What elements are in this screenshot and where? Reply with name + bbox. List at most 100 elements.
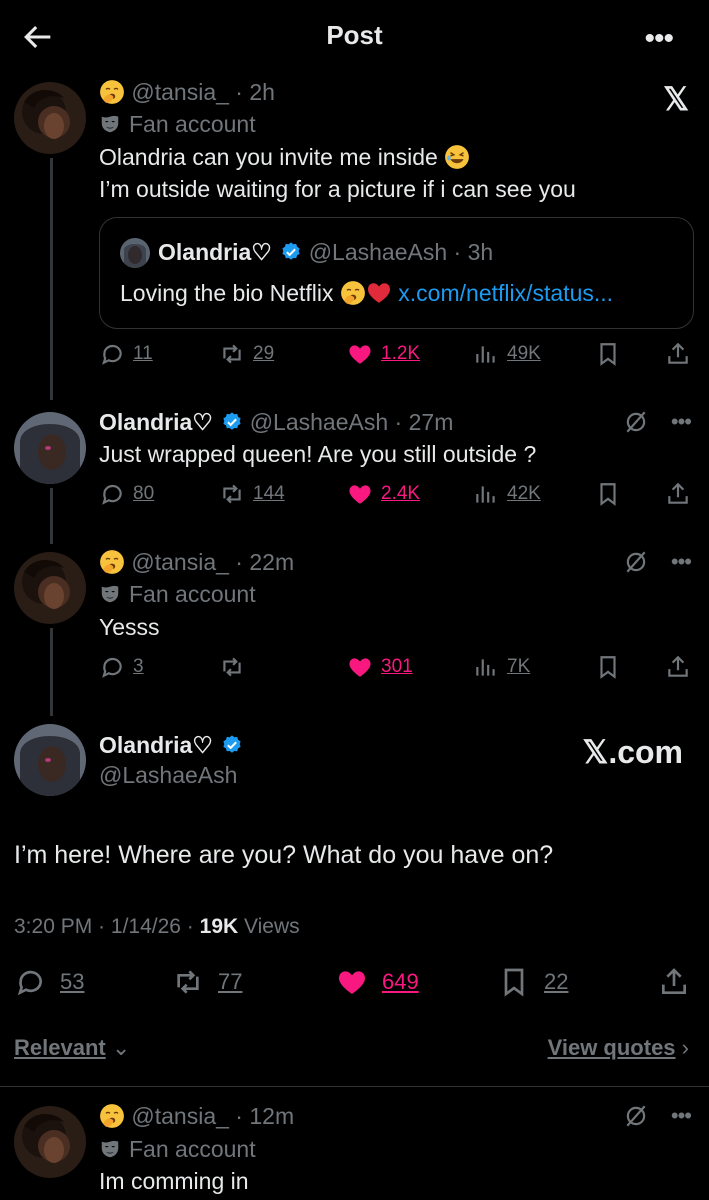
divider	[0, 1086, 709, 1087]
views-button[interactable]: 49K	[473, 341, 541, 367]
grok-icon[interactable]	[623, 1103, 649, 1129]
share-button[interactable]	[665, 481, 699, 507]
bookmark-button[interactable]: 22	[498, 966, 568, 998]
reply-button[interactable]: 3	[99, 654, 144, 680]
view-quotes-label[interactable]: View quotes	[548, 1035, 676, 1060]
quote-meta: Olandria♡ @LashaeAsh · 3h	[158, 239, 494, 265]
verified-badge-icon	[221, 411, 243, 433]
top-bar: Post •••	[0, 0, 709, 70]
quote-author-name: Olandria♡	[158, 239, 272, 265]
views-label: Views	[244, 915, 300, 938]
like-button[interactable]: 1.2K	[347, 341, 420, 367]
post-meta: @tansia_ · 22m	[99, 547, 294, 577]
share-icon	[665, 654, 691, 680]
reply-button[interactable]: 11	[99, 341, 153, 367]
avatar[interactable]	[14, 724, 86, 796]
post-time[interactable]: 22m	[249, 549, 294, 575]
reply-button[interactable]: 53	[14, 966, 84, 998]
quote-text: Loving the bio Netflix x.com/netflix/sta…	[120, 280, 613, 307]
repost-icon	[219, 481, 245, 507]
repost-button[interactable]: 29	[219, 341, 274, 367]
post-time[interactable]: 27m	[409, 409, 454, 435]
chevron-right-icon: ›	[675, 1035, 689, 1060]
chevron-down-icon: ⌄	[105, 1035, 131, 1060]
avatar[interactable]	[14, 82, 86, 154]
views-button[interactable]: 42K	[473, 481, 541, 507]
like-button[interactable]: 301	[347, 654, 413, 680]
account-label: Fan account	[99, 579, 256, 609]
post-time[interactable]: 12m	[249, 1103, 294, 1129]
views-button[interactable]: 7K	[473, 654, 530, 680]
quote-link[interactable]: x.com/netflix/status...	[398, 280, 613, 306]
post-handle[interactable]: @tansia_	[131, 79, 229, 105]
post-text: Just wrapped queen! Are you still outsid…	[99, 441, 537, 467]
bookmark-button[interactable]	[595, 654, 629, 680]
yawning-face-emoji-icon	[99, 1103, 125, 1129]
heart-icon	[347, 654, 373, 680]
sort-label[interactable]: Relevant	[14, 1035, 106, 1060]
post-text: Im comming in	[99, 1168, 249, 1194]
avatar[interactable]	[14, 552, 86, 624]
red-heart-emoji-icon	[366, 280, 392, 306]
bookmark-icon	[498, 966, 530, 998]
x-logo-icon: 𝕏	[663, 81, 689, 117]
heart-icon	[336, 966, 368, 998]
main-author: Olandria♡	[99, 730, 243, 760]
like-button[interactable]: 2.4K	[347, 481, 420, 507]
author-handle[interactable]: @LashaeAsh	[99, 760, 237, 790]
post-handle[interactable]: @tansia_	[131, 1103, 229, 1129]
thread-connector	[50, 158, 53, 400]
post-actions: 3 301 7K	[99, 654, 695, 686]
author-name[interactable]: Olandria♡	[99, 409, 213, 435]
share-button[interactable]	[665, 654, 699, 680]
main-post-actions: 53 77 649 22	[14, 966, 694, 998]
repost-button[interactable]	[219, 654, 253, 680]
post-text: Olandria can you invite me inside	[99, 142, 470, 172]
more-options-icon[interactable]: •••	[671, 409, 692, 435]
like-button[interactable]: 649	[336, 966, 419, 998]
share-icon	[665, 481, 691, 507]
view-quotes-link[interactable]: View quotes ›	[548, 1033, 689, 1063]
post-time[interactable]: 3:20 PM	[14, 915, 92, 938]
share-button[interactable]	[658, 966, 704, 998]
more-options-icon[interactable]: •••	[644, 22, 673, 56]
post-handle[interactable]: @tansia_	[131, 549, 229, 575]
post-menu: •••	[623, 549, 692, 575]
quote-time: 3h	[467, 239, 494, 265]
bookmark-button[interactable]	[595, 341, 629, 367]
grok-icon[interactable]	[623, 409, 649, 435]
post-text-line: Olandria can you invite me inside	[99, 144, 438, 170]
more-options-icon[interactable]: •••	[671, 1103, 692, 1129]
bookmark-button[interactable]	[595, 481, 629, 507]
post-menu: •••	[623, 409, 692, 435]
grok-icon[interactable]	[623, 549, 649, 575]
reply-icon	[99, 341, 125, 367]
yawning-face-emoji-icon	[99, 549, 125, 575]
mask-icon	[99, 113, 121, 135]
fan-account-label: Fan account	[129, 581, 256, 607]
post-menu: •••	[623, 1103, 692, 1129]
reply-button[interactable]: 80	[99, 481, 154, 507]
heart-icon	[347, 481, 373, 507]
repost-button[interactable]: 77	[172, 966, 242, 998]
repost-icon	[219, 341, 245, 367]
share-icon	[658, 966, 690, 998]
post-text: Yesss	[99, 614, 160, 640]
share-button[interactable]	[665, 341, 699, 367]
quote-avatar	[120, 238, 150, 268]
page-title: Post	[326, 20, 383, 50]
avatar[interactable]	[14, 412, 86, 484]
share-icon	[665, 341, 691, 367]
sort-dropdown[interactable]: Relevant ⌄	[14, 1033, 130, 1063]
repost-button[interactable]: 144	[219, 481, 285, 507]
post-time[interactable]: 2h	[249, 79, 275, 105]
post-date[interactable]: 1/14/26	[111, 915, 181, 938]
avatar[interactable]	[14, 1106, 86, 1178]
quoted-post[interactable]: Olandria♡ @LashaeAsh · 3h Loving the bio…	[99, 217, 694, 329]
post-handle[interactable]: @LashaeAsh	[250, 409, 388, 435]
views-count: 19K	[199, 915, 239, 938]
more-options-icon[interactable]: •••	[671, 549, 692, 575]
author-name[interactable]: Olandria♡	[99, 732, 213, 758]
verified-badge-icon	[221, 734, 243, 756]
account-label: Fan account	[99, 1134, 256, 1164]
